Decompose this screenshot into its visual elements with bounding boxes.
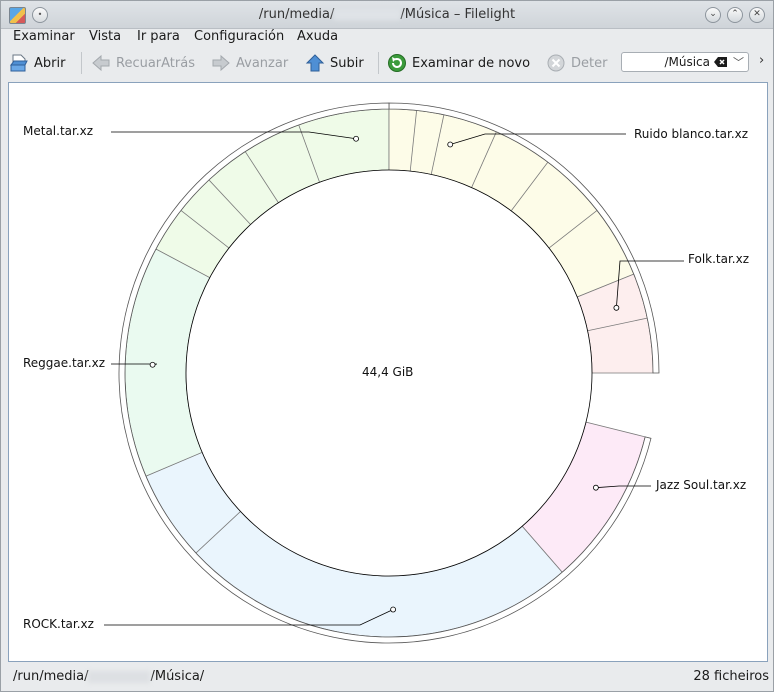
label-rock[interactable]: ROCK.tar.xz	[23, 617, 94, 631]
clear-text-icon[interactable]	[714, 56, 728, 68]
menu-ir-para[interactable]: Ir para	[137, 29, 180, 44]
up-button[interactable]: Subir	[305, 53, 364, 73]
title-bar: • /run/media//Música – Filelight ⌄ ⌃ ✕	[1, 1, 773, 29]
menu-axuda[interactable]: Axuda	[297, 29, 338, 44]
label-ruido-blanco[interactable]: Ruido blanco.tar.xz	[634, 127, 748, 141]
back-button[interactable]: RecuarAtrás	[91, 53, 195, 73]
callout-anchor-jazz-soul	[592, 484, 599, 491]
label-metal[interactable]: Metal.tar.xz	[23, 124, 93, 138]
filelight-window: • /run/media//Música – Filelight ⌄ ⌃ ✕ E…	[0, 0, 774, 692]
label-jazz-soul[interactable]: Jazz Soul.tar.xz	[656, 478, 746, 492]
open-label: Abrir	[34, 55, 66, 71]
stop-button[interactable]: Deter	[546, 53, 607, 73]
radial-map-view[interactable]: 44,4 GiB Metal.tar.xz Ruido blanco.tar.x…	[8, 82, 768, 662]
up-label: Subir	[330, 55, 364, 71]
total-size-label: 44,4 GiB	[362, 365, 414, 379]
redacted-username	[334, 9, 401, 20]
rescan-button[interactable]: Examinar de novo	[387, 53, 530, 73]
path-combo-box[interactable]: /Música ﹀	[621, 52, 749, 72]
maximize-button[interactable]: ⌃	[727, 7, 743, 23]
document-open-icon	[10, 54, 28, 72]
arrow-right-icon	[212, 54, 230, 72]
redacted-username	[88, 670, 151, 683]
toolbar-separator	[81, 52, 82, 74]
status-bar: /run/media//Música/ 28 ficheiros	[1, 664, 773, 691]
chevron-down-icon[interactable]: ﹀	[733, 54, 744, 70]
arrow-left-icon	[92, 54, 110, 72]
menu-configuracion[interactable]: Configuración	[194, 29, 284, 44]
stop-label: Deter	[571, 55, 608, 71]
callout-anchor-metal	[353, 135, 359, 142]
minimize-button[interactable]: ⌄	[705, 7, 721, 23]
forward-label: Avanzar	[236, 55, 289, 71]
arrow-up-icon	[305, 54, 325, 72]
status-path: /run/media//Música/	[13, 669, 205, 684]
forward-button[interactable]: Avanzar	[211, 53, 288, 73]
toolbar-overflow-icon[interactable]: ›	[759, 53, 764, 68]
path-combo-value: /Música	[664, 55, 710, 69]
toolbar-separator	[378, 52, 379, 74]
file-count: 28 ficheiros	[693, 669, 769, 684]
menu-vista[interactable]: Vista	[89, 29, 121, 44]
label-folk[interactable]: Folk.tar.xz	[688, 252, 749, 266]
callout-anchor-reggae	[149, 361, 156, 368]
menu-examinar[interactable]: Examinar	[13, 29, 75, 44]
callout-anchor-folk	[613, 304, 620, 311]
stop-icon	[547, 54, 565, 72]
label-reggae[interactable]: Reggae.tar.xz	[23, 356, 105, 370]
toolbar: Abrir RecuarAtrás Avanzar Subir Examinar…	[1, 49, 773, 77]
callout-anchor-rock	[390, 606, 397, 613]
callout-anchor-ruido-blanco	[447, 141, 454, 148]
close-button[interactable]: ✕	[749, 7, 765, 23]
back-label: RecuarAtrás	[116, 55, 195, 71]
open-button[interactable]: Abrir	[9, 53, 65, 73]
refresh-icon	[388, 54, 406, 72]
rescan-label: Examinar de novo	[412, 55, 531, 71]
menu-bar: Examinar Vista Ir para Configuración Axu…	[1, 28, 773, 49]
window-title: /run/media//Música – Filelight	[258, 7, 516, 22]
